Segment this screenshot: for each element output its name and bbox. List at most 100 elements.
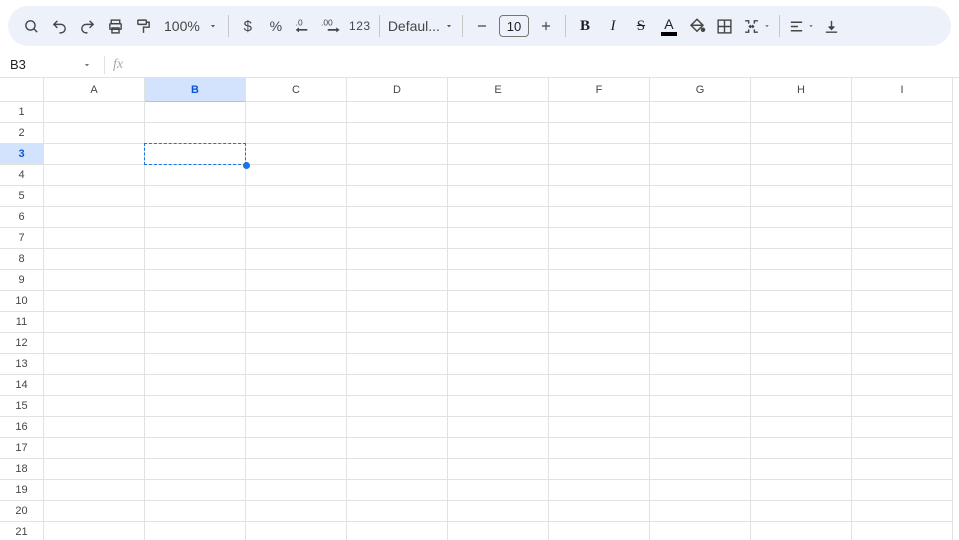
cell[interactable] [751, 123, 852, 144]
cell[interactable] [44, 312, 145, 333]
cell[interactable] [145, 522, 246, 540]
cell[interactable] [145, 354, 246, 375]
cell[interactable] [145, 438, 246, 459]
currency-button[interactable]: $ [235, 12, 261, 40]
cell[interactable] [347, 438, 448, 459]
cell[interactable] [246, 522, 347, 540]
cell[interactable] [347, 270, 448, 291]
cell[interactable] [852, 144, 953, 165]
column-header[interactable]: D [347, 78, 448, 102]
cell[interactable] [650, 186, 751, 207]
cell[interactable] [852, 396, 953, 417]
cell[interactable] [549, 501, 650, 522]
font-family-dropdown[interactable]: Defaul... [386, 18, 456, 34]
cell[interactable] [347, 522, 448, 540]
cell[interactable] [852, 291, 953, 312]
cell[interactable] [549, 123, 650, 144]
cell[interactable] [145, 123, 246, 144]
cell[interactable] [44, 354, 145, 375]
cell[interactable] [549, 102, 650, 123]
cell[interactable] [44, 123, 145, 144]
cell[interactable] [852, 522, 953, 540]
cell[interactable] [145, 270, 246, 291]
cell[interactable] [246, 459, 347, 480]
cell[interactable] [549, 207, 650, 228]
name-box-dropdown[interactable] [78, 60, 96, 70]
cell[interactable] [347, 291, 448, 312]
cell[interactable] [246, 228, 347, 249]
zoom-dropdown[interactable]: 100% [158, 18, 222, 34]
cell[interactable] [347, 312, 448, 333]
cell[interactable] [751, 480, 852, 501]
select-all-corner[interactable] [0, 78, 44, 102]
column-header[interactable]: E [448, 78, 549, 102]
cell[interactable] [448, 396, 549, 417]
cell[interactable] [751, 165, 852, 186]
spreadsheet-grid[interactable]: ABCDEFGHI1234567891011121314151617181920… [0, 78, 959, 540]
cell[interactable] [145, 165, 246, 186]
row-header[interactable]: 13 [0, 354, 44, 375]
cell[interactable] [448, 102, 549, 123]
cell[interactable] [650, 102, 751, 123]
cell[interactable] [650, 480, 751, 501]
cell[interactable] [246, 123, 347, 144]
cell[interactable] [751, 375, 852, 396]
cell[interactable] [448, 144, 549, 165]
cell[interactable] [549, 417, 650, 438]
column-header[interactable]: H [751, 78, 852, 102]
cell[interactable] [751, 396, 852, 417]
row-header[interactable]: 8 [0, 249, 44, 270]
cell[interactable] [448, 291, 549, 312]
cell[interactable] [145, 417, 246, 438]
cell[interactable] [347, 249, 448, 270]
cell[interactable] [347, 480, 448, 501]
italic-button[interactable]: I [600, 12, 626, 40]
cell[interactable] [852, 354, 953, 375]
cell[interactable] [145, 102, 246, 123]
cell[interactable] [751, 312, 852, 333]
cell[interactable] [347, 186, 448, 207]
cell[interactable] [751, 522, 852, 540]
row-header[interactable]: 11 [0, 312, 44, 333]
cell[interactable] [751, 249, 852, 270]
cell[interactable] [347, 501, 448, 522]
cell[interactable] [852, 165, 953, 186]
cell[interactable] [549, 522, 650, 540]
row-header[interactable]: 18 [0, 459, 44, 480]
row-header[interactable]: 6 [0, 207, 44, 228]
redo-button[interactable] [74, 12, 100, 40]
cell[interactable] [145, 396, 246, 417]
cell[interactable] [751, 354, 852, 375]
cell[interactable] [549, 375, 650, 396]
borders-button[interactable] [712, 12, 738, 40]
row-header[interactable]: 14 [0, 375, 44, 396]
cell[interactable] [44, 291, 145, 312]
cell[interactable] [549, 459, 650, 480]
strikethrough-button[interactable]: S [628, 12, 654, 40]
cell[interactable] [751, 438, 852, 459]
cell[interactable] [549, 186, 650, 207]
cell[interactable] [145, 459, 246, 480]
cell[interactable] [44, 417, 145, 438]
cell[interactable] [246, 438, 347, 459]
row-header[interactable]: 2 [0, 123, 44, 144]
cell[interactable] [650, 291, 751, 312]
cell[interactable] [650, 312, 751, 333]
cell[interactable] [44, 333, 145, 354]
cell[interactable] [347, 144, 448, 165]
cell[interactable] [852, 228, 953, 249]
column-header[interactable]: F [549, 78, 650, 102]
cell[interactable] [347, 417, 448, 438]
cell[interactable] [347, 396, 448, 417]
cell[interactable] [44, 228, 145, 249]
cell[interactable] [44, 270, 145, 291]
cell[interactable] [751, 207, 852, 228]
cell[interactable] [448, 417, 549, 438]
cell[interactable] [246, 375, 347, 396]
cell[interactable] [448, 438, 549, 459]
cell[interactable] [852, 312, 953, 333]
cell[interactable] [246, 165, 347, 186]
cell[interactable] [852, 249, 953, 270]
cell[interactable] [347, 228, 448, 249]
column-header[interactable]: C [246, 78, 347, 102]
